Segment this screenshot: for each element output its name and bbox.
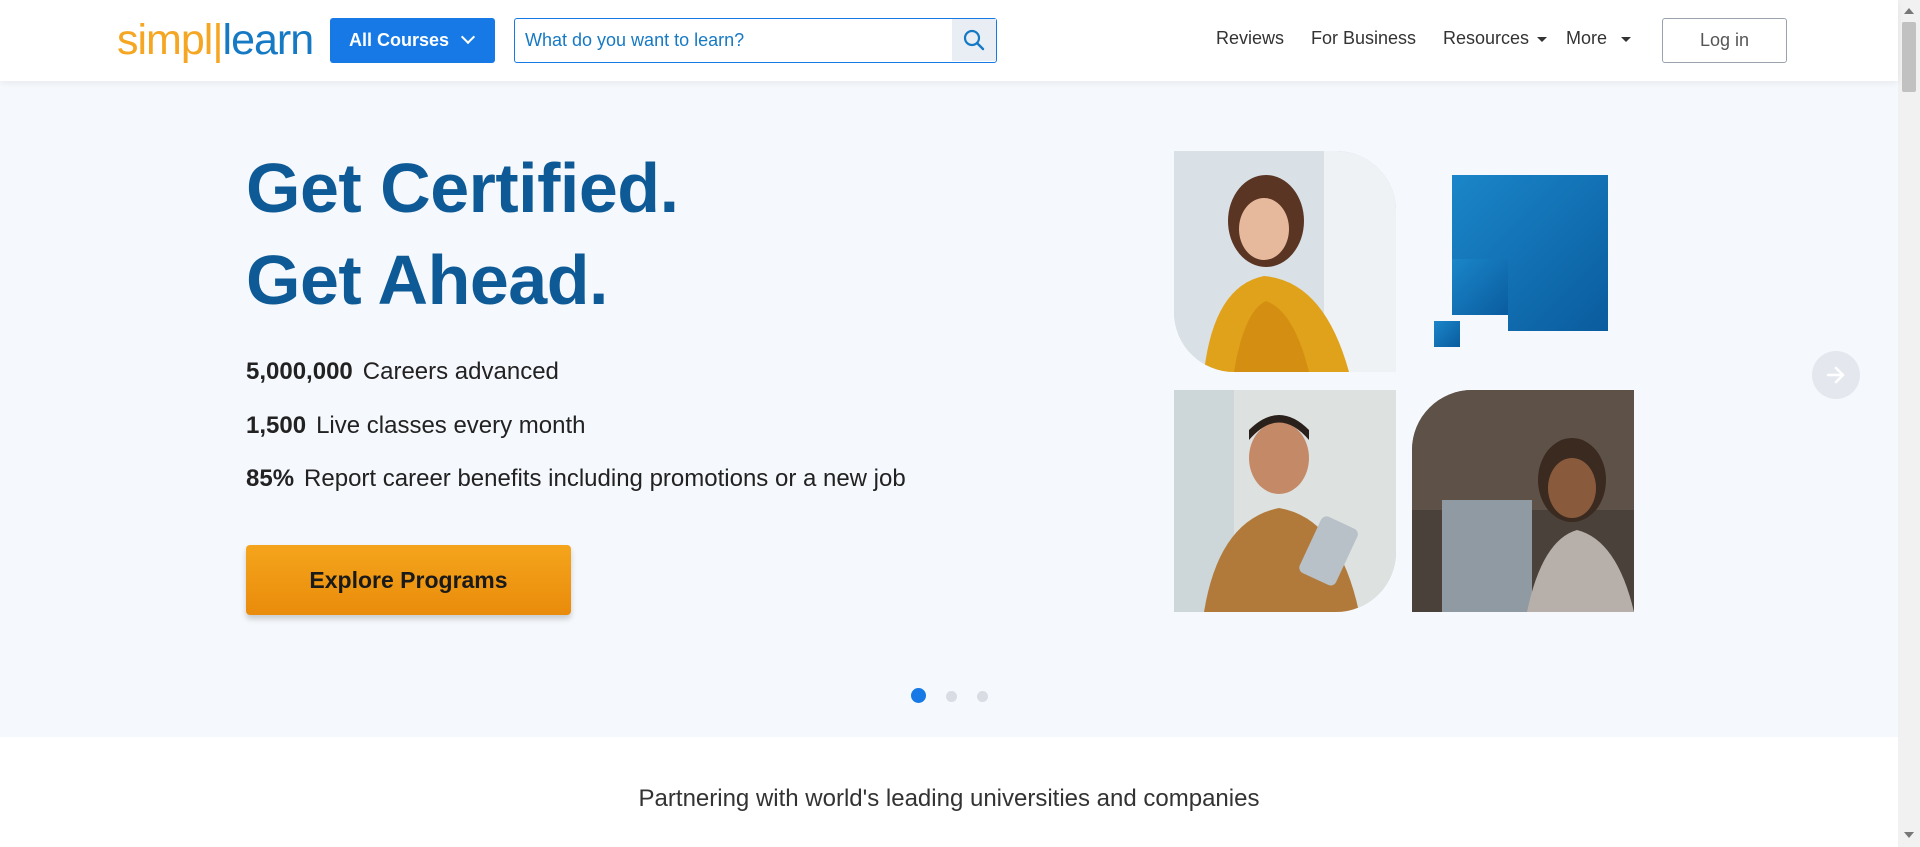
hero-headline-line1: Get Certified.: [246, 149, 679, 227]
stat-career-benefits: 85% Report career benefits including prom…: [246, 465, 906, 493]
carousel-dot-2[interactable]: [946, 691, 957, 702]
nav-more-label: More: [1566, 28, 1608, 48]
search-icon: [963, 29, 985, 51]
carousel-next-button[interactable]: [1812, 351, 1860, 399]
simplilearn-logo[interactable]: simpl|learn: [117, 18, 314, 62]
stat-value: 5,000,000: [246, 358, 353, 385]
scroll-up-icon[interactable]: [1904, 8, 1914, 14]
caret-down-icon: [1621, 36, 1632, 42]
nav-for-business[interactable]: For Business: [1311, 28, 1416, 49]
partners-heading: Partnering with world's leading universi…: [638, 785, 1260, 812]
scroll-down-icon[interactable]: [1904, 832, 1914, 838]
search-button[interactable]: [952, 19, 996, 61]
page-scrollbar[interactable]: [1898, 0, 1920, 847]
hero-photo-woman-glasses-laptop: [1412, 390, 1634, 612]
carousel-dot-3[interactable]: [977, 691, 988, 702]
nav-resources-label: Resources: [1443, 28, 1530, 48]
login-button[interactable]: Log in: [1662, 18, 1787, 63]
hero-section: Get Certified. Get Ahead. 5,000,000 Caree…: [0, 81, 1898, 737]
arrow-right-icon: [1826, 366, 1845, 384]
hero-headline-line2: Get Ahead.: [246, 241, 608, 319]
hero-photo-woman-yellow-sweater: [1174, 151, 1396, 372]
search-box: [514, 18, 997, 63]
nav-reviews[interactable]: Reviews: [1216, 28, 1284, 49]
blue-staircase-graphic: [1432, 175, 1608, 347]
all-courses-button[interactable]: All Courses: [330, 18, 495, 63]
site-header: simpl|learn All Courses Reviews For Busi…: [0, 0, 1898, 81]
stat-live-classes: 1,500 Live classes every month: [246, 412, 586, 440]
nav-more[interactable]: More: [1566, 28, 1632, 49]
explore-programs-button[interactable]: Explore Programs: [246, 545, 571, 615]
carousel-dot-1[interactable]: [911, 688, 926, 703]
hero-photo-man-with-tablet: [1174, 390, 1396, 612]
all-courses-label: All Courses: [349, 30, 450, 50]
stat-text: Report career benefits including promoti…: [304, 465, 906, 492]
stat-text: Live classes every month: [316, 412, 586, 439]
stat-careers: 5,000,000 Careers advanced: [246, 358, 559, 386]
stat-value: 1,500: [246, 412, 307, 439]
stat-text: Careers advanced: [362, 358, 559, 385]
nav-resources[interactable]: Resources: [1443, 28, 1548, 49]
search-input[interactable]: [525, 19, 945, 61]
stat-value: 85%: [246, 465, 295, 492]
caret-down-icon: [1537, 36, 1548, 42]
scroll-thumb[interactable]: [1902, 22, 1916, 92]
chevron-down-icon: [460, 29, 476, 45]
